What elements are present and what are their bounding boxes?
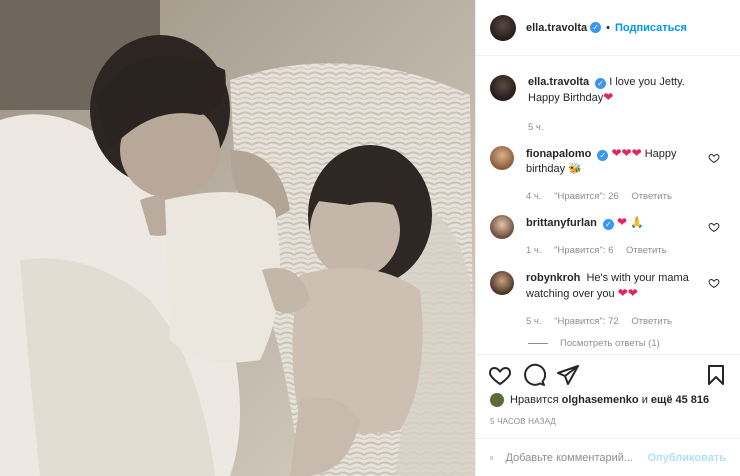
reply-button[interactable]: Ответить bbox=[626, 245, 667, 256]
likes-summary: Нравится olghasemenko и ещё 45 816 bbox=[490, 393, 709, 407]
heart-emoji: ❤ bbox=[616, 215, 628, 229]
author-avatar[interactable] bbox=[490, 14, 516, 41]
caption-username[interactable]: ella.travolta bbox=[528, 76, 589, 88]
add-comment-bar: Опубликовать bbox=[476, 438, 740, 476]
author-username[interactable]: ella.travolta bbox=[526, 22, 587, 34]
reply-button[interactable]: Ответить bbox=[631, 191, 672, 202]
like-comment-heart-icon[interactable] bbox=[708, 152, 720, 164]
post-timestamp[interactable]: 5 ЧАСОВ НАЗАД bbox=[490, 417, 556, 426]
caption-time[interactable]: 5 ч. bbox=[528, 122, 544, 133]
comment-username[interactable]: brittanyfurlan bbox=[526, 217, 597, 229]
follow-button[interactable]: Подписаться bbox=[615, 22, 687, 34]
comment-likes[interactable]: "Нравится": 6 bbox=[554, 245, 613, 256]
author-avatar[interactable] bbox=[490, 75, 516, 101]
caption: ella.travolta ✓ I love you Jetty. Happy B… bbox=[490, 75, 726, 135]
comment-username[interactable]: fionapalomo bbox=[526, 148, 591, 160]
comment-likes[interactable]: "Нравится": 26 bbox=[554, 191, 619, 202]
photo-illustration bbox=[0, 0, 475, 476]
commenter-avatar[interactable] bbox=[490, 215, 514, 239]
emoji-icon[interactable] bbox=[490, 448, 494, 468]
separator-dot: • bbox=[606, 21, 610, 34]
comment-likes[interactable]: "Нравится": 72 bbox=[554, 316, 619, 327]
reply-button[interactable]: Ответить bbox=[631, 316, 672, 327]
view-replies-label: Посмотреть ответы (1) bbox=[560, 338, 660, 349]
comment-icon[interactable] bbox=[522, 363, 546, 387]
verified-icon: ✓ bbox=[590, 22, 602, 33]
bookmark-icon[interactable] bbox=[704, 363, 728, 387]
comment-username[interactable]: robynkroh bbox=[526, 272, 580, 284]
post-sidebar: ella.travolta ✓ • Подписаться ella.travo… bbox=[475, 0, 740, 476]
heart-emoji: ❤❤❤ bbox=[611, 146, 642, 160]
commenter-avatar[interactable] bbox=[490, 271, 514, 295]
like-comment-heart-icon[interactable] bbox=[708, 277, 720, 289]
heart-emoji: ❤ bbox=[603, 90, 614, 104]
comment-time[interactable]: 4 ч. bbox=[526, 191, 542, 202]
comment-time[interactable]: 5 ч. bbox=[526, 316, 542, 327]
heart-icon[interactable] bbox=[488, 363, 512, 387]
liker-username[interactable]: olghasemenko bbox=[562, 394, 639, 406]
comment-item: fionapalomo ✓ ❤❤❤ Happy birthday 🐝 4 ч. "… bbox=[490, 146, 726, 204]
commenter-avatar[interactable] bbox=[490, 146, 514, 170]
comment-time[interactable]: 1 ч. bbox=[526, 245, 542, 256]
verified-icon: ✓ bbox=[602, 219, 614, 230]
view-replies-button[interactable]: Посмотреть ответы (1) bbox=[528, 338, 660, 349]
likes-count[interactable]: ещё 45 816 bbox=[651, 394, 709, 406]
comment-item: brittanyfurlan ✓ ❤ 🙏 1 ч. "Нравится": 6 О… bbox=[490, 215, 726, 258]
publish-button[interactable]: Опубликовать bbox=[647, 452, 726, 464]
share-icon[interactable] bbox=[556, 363, 580, 387]
verified-icon: ✓ bbox=[595, 78, 607, 89]
likes-middle: и bbox=[641, 394, 648, 406]
verified-icon: ✓ bbox=[597, 150, 609, 161]
likes-prefix: Нравится bbox=[510, 394, 559, 406]
like-comment-heart-icon[interactable] bbox=[708, 221, 720, 233]
pray-emoji: 🙏 bbox=[630, 217, 644, 229]
post-photo[interactable] bbox=[0, 0, 475, 476]
comments-list: ella.travolta ✓ I love you Jetty. Happy B… bbox=[476, 57, 740, 353]
liker-avatar[interactable] bbox=[490, 393, 504, 407]
bee-emoji: 🐝 bbox=[568, 163, 582, 175]
replies-divider bbox=[528, 343, 548, 344]
comment-input[interactable] bbox=[505, 451, 648, 464]
post-header: ella.travolta ✓ • Подписаться bbox=[476, 0, 740, 56]
comment-item: robynkroh He's with your mama watching o… bbox=[490, 271, 726, 329]
heart-emoji: ❤❤ bbox=[617, 286, 638, 300]
action-bar bbox=[476, 354, 740, 394]
